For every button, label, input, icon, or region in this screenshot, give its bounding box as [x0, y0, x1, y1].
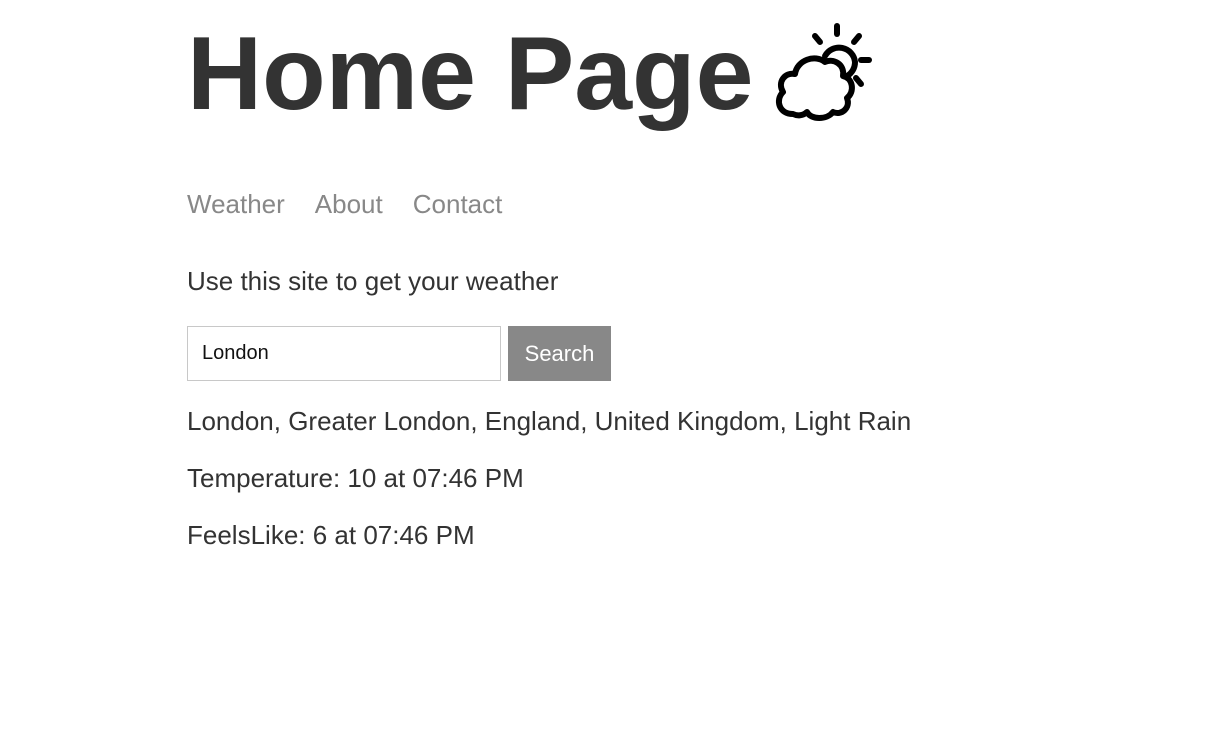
- header: Home Page: [187, 22, 881, 126]
- search-form: Search: [187, 326, 611, 381]
- search-button[interactable]: Search: [508, 326, 611, 381]
- feels-like-result: FeelsLike: 6 at 07:46 PM: [187, 520, 475, 550]
- location-result: London, Greater London, England, United …: [187, 406, 912, 436]
- cloud-sun-icon: [776, 23, 873, 121]
- main-nav: Weather About Contact: [187, 189, 532, 220]
- temperature-result: Temperature: 10 at 07:46 PM: [187, 463, 524, 493]
- nav-about[interactable]: About: [315, 189, 383, 220]
- intro-text: Use this site to get your weather: [187, 266, 559, 296]
- page: Home Page Weather About Contact Use this…: [0, 0, 1224, 753]
- page-title: Home Page: [187, 16, 754, 132]
- search-input[interactable]: [187, 326, 501, 381]
- nav-weather[interactable]: Weather: [187, 189, 285, 220]
- nav-contact[interactable]: Contact: [413, 189, 503, 220]
